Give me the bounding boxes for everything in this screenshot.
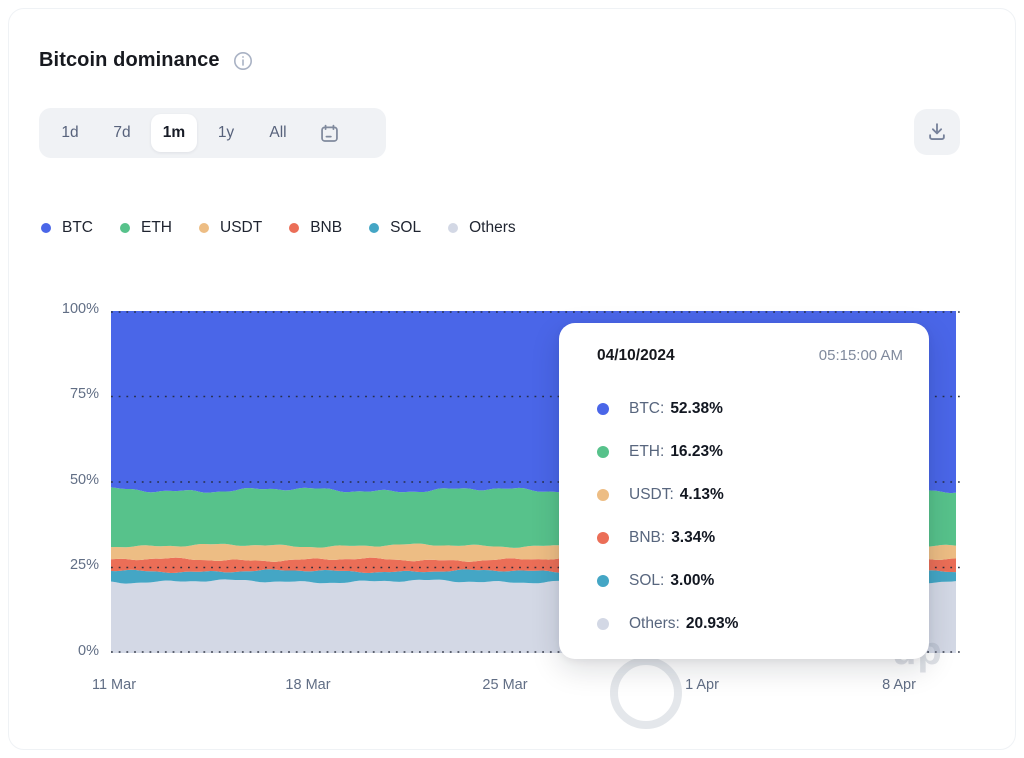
- tooltip-value: 4.13%: [679, 485, 724, 503]
- tooltip-row-usdt: USDT: 4.13%: [597, 473, 903, 516]
- y-axis-tick: 25%: [69, 557, 99, 573]
- usdt-dot-icon: [597, 488, 609, 501]
- tooltip-value: 52.38%: [670, 399, 723, 417]
- tooltip-label: SOL:: [629, 571, 665, 589]
- x-axis-tick: 18 Mar: [285, 677, 331, 693]
- y-axis-tick: 75%: [69, 386, 99, 402]
- tooltip-value: 20.93%: [685, 614, 739, 632]
- tooltip-row-eth: ETH: 16.23%: [597, 430, 903, 473]
- watermark-logo-icon: [610, 657, 682, 729]
- tooltip-row-sol: SOL: 3.00%: [597, 559, 903, 602]
- tooltip-value: 3.34%: [671, 528, 716, 546]
- x-axis-tick: 11 Mar: [91, 677, 137, 693]
- btc-dot-icon: [597, 402, 609, 415]
- x-axis-tick: 25 Mar: [482, 677, 528, 693]
- x-axis-tick: 8 Apr: [882, 677, 916, 693]
- tooltip-value: 16.23%: [670, 442, 723, 460]
- tooltip-label: BTC:: [629, 399, 665, 417]
- tooltip-label: USDT:: [629, 485, 674, 503]
- tooltip-value: 3.00%: [670, 571, 715, 589]
- chart-tooltip: 04/10/2024 05:15:00 AM BTC: 52.38% ETH: …: [559, 323, 929, 659]
- tooltip-label: Others:: [629, 614, 680, 632]
- tooltip-label: BNB:: [629, 528, 666, 546]
- bitcoin-dominance-card: Bitcoin dominance 1d 7d 1m 1y All BTC ET…: [8, 8, 1016, 750]
- tooltip-row-others: Others: 20.93%: [597, 602, 903, 645]
- tooltip-row-btc: BTC: 52.38%: [597, 387, 903, 430]
- sol-dot-icon: [597, 574, 609, 587]
- page: Bitcoin dominance 1d 7d 1m 1y All BTC ET…: [0, 0, 1024, 758]
- y-axis-tick: 0%: [78, 643, 99, 659]
- y-axis-tick: 100%: [61, 301, 99, 317]
- tooltip-header: 04/10/2024 05:15:00 AM: [597, 347, 903, 369]
- bnb-dot-icon: [597, 531, 609, 544]
- tooltip-date: 04/10/2024: [597, 347, 675, 364]
- tooltip-label: ETH:: [629, 442, 665, 460]
- tooltip-time: 05:15:00 AM: [818, 347, 903, 364]
- tooltip-row-bnb: BNB: 3.34%: [597, 516, 903, 559]
- others-dot-icon: [597, 617, 609, 630]
- eth-dot-icon: [597, 445, 609, 458]
- y-axis-tick: 50%: [69, 472, 99, 488]
